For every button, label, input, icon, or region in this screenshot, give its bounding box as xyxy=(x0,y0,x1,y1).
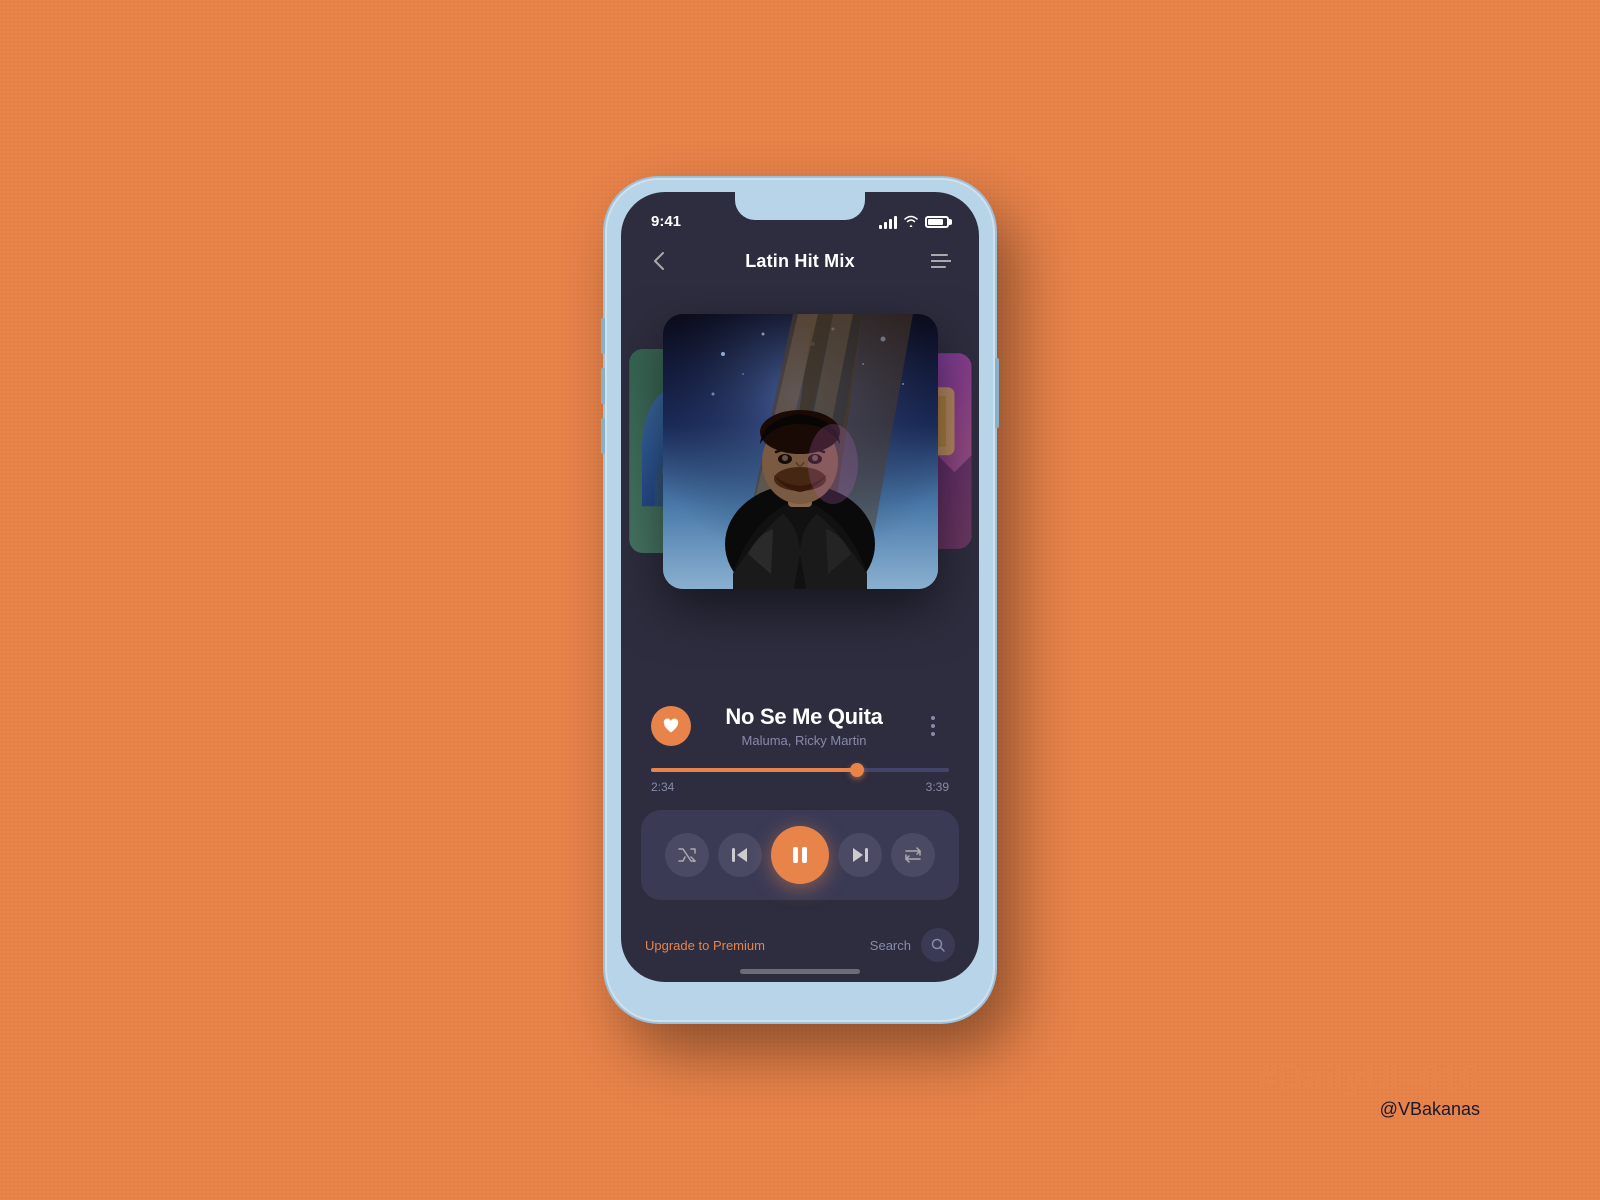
status-time: 9:41 xyxy=(651,213,681,230)
song-artist: Maluma, Ricky Martin xyxy=(691,733,917,748)
song-controls-row: No Se Me Quita Maluma, Ricky Martin xyxy=(651,704,949,748)
home-indicator xyxy=(740,969,860,974)
progress-thumb[interactable] xyxy=(850,763,864,777)
back-button[interactable] xyxy=(641,243,677,279)
watermark: #DailyUI–010 @VBakanas xyxy=(1258,1057,1480,1120)
play-pause-button[interactable] xyxy=(771,826,829,884)
watermark-dailyui: #DailyUI–010 xyxy=(1258,1057,1480,1099)
upgrade-text: Upgrade to Premium xyxy=(645,938,765,953)
progress-fill xyxy=(651,768,857,772)
controls-bar xyxy=(641,810,959,900)
current-time: 2:34 xyxy=(651,780,674,794)
signal-icon xyxy=(879,216,897,229)
search-label: Search xyxy=(870,938,911,953)
controls-area xyxy=(621,794,979,916)
shuffle-button[interactable] xyxy=(665,833,709,877)
song-title: No Se Me Quita xyxy=(691,704,917,730)
premium-link[interactable]: Premium xyxy=(713,938,765,953)
status-icons xyxy=(879,214,949,230)
watermark-handle: @VBakanas xyxy=(1258,1099,1480,1120)
progress-track[interactable] xyxy=(651,768,949,772)
song-info: No Se Me Quita Maluma, Ricky Martin xyxy=(621,684,979,768)
carousel-track[interactable] xyxy=(621,306,979,596)
more-dot xyxy=(931,732,935,736)
progress-area: 2:34 3:39 xyxy=(621,768,979,794)
phone-screen: 9:41 xyxy=(621,192,979,982)
album-carousel xyxy=(621,286,979,684)
like-button[interactable] xyxy=(651,706,691,746)
more-dot xyxy=(931,716,935,720)
app-header: Latin Hit Mix xyxy=(621,236,979,286)
album-art xyxy=(663,314,938,589)
queue-button[interactable] xyxy=(923,243,959,279)
phone-frame: 9:41 xyxy=(605,178,995,1022)
next-button[interactable] xyxy=(838,833,882,877)
more-options-button[interactable] xyxy=(917,710,949,742)
total-time: 3:39 xyxy=(926,780,949,794)
repeat-button[interactable] xyxy=(891,833,935,877)
header-title: Latin Hit Mix xyxy=(745,251,855,272)
notch xyxy=(735,192,865,220)
previous-button[interactable] xyxy=(718,833,762,877)
song-title-block: No Se Me Quita Maluma, Ricky Martin xyxy=(691,704,917,748)
album-card-current xyxy=(663,314,938,589)
time-row: 2:34 3:39 xyxy=(651,780,949,794)
search-button[interactable] xyxy=(921,928,955,962)
status-bar: 9:41 xyxy=(621,192,979,236)
wifi-icon xyxy=(903,214,919,230)
battery-icon xyxy=(925,216,949,228)
more-dot xyxy=(931,724,935,728)
search-area: Search xyxy=(870,928,955,962)
